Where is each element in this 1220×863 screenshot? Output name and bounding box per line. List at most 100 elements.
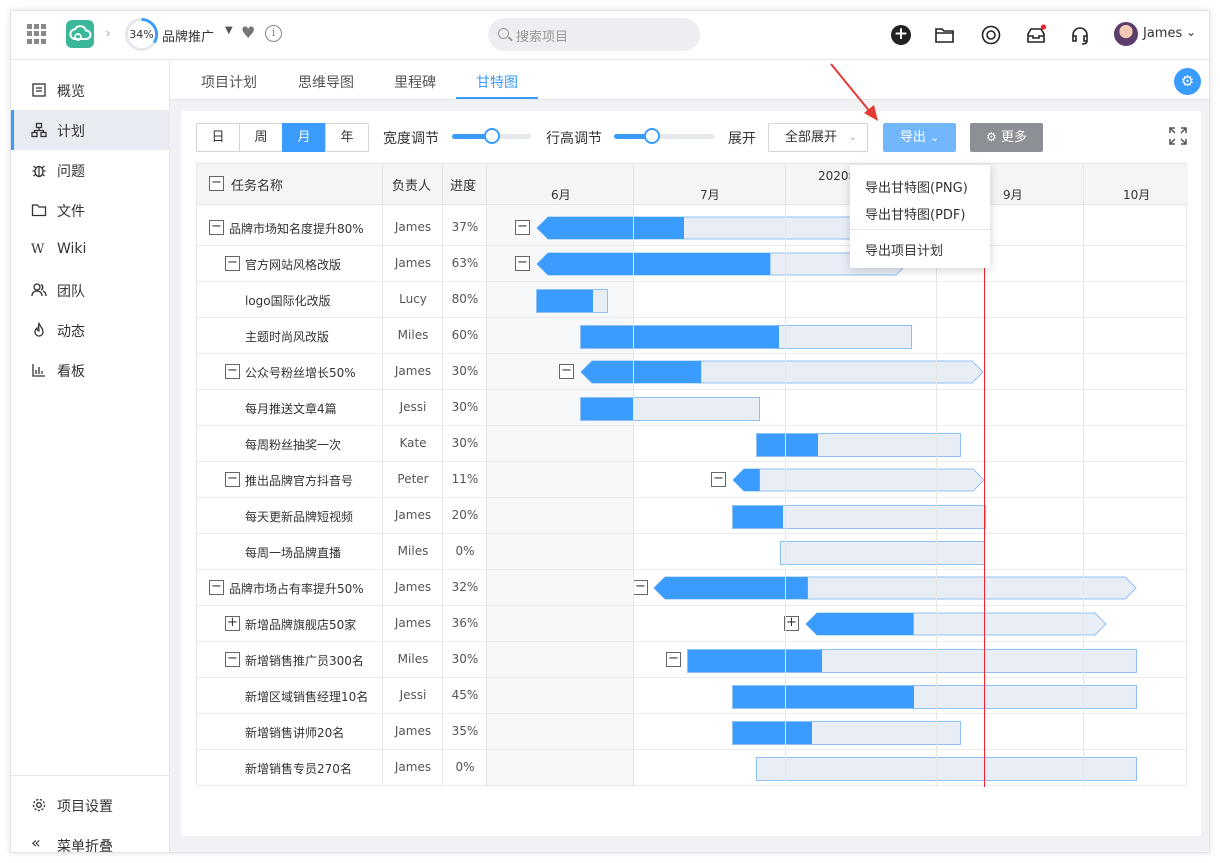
table-row[interactable]: − 品牌市场占有率提升50% James 32% − <box>197 570 1188 606</box>
apps-grid-icon[interactable] <box>27 24 47 44</box>
table-row[interactable]: logo国际化改版 Lucy 80% <box>197 282 1188 318</box>
help-lifebuoy-icon[interactable] <box>980 24 1002 46</box>
task-name[interactable]: 新增销售推广员300名 <box>245 652 364 669</box>
info-icon[interactable]: i <box>265 25 282 42</box>
collapse-toggle[interactable]: − <box>225 364 240 379</box>
table-row[interactable]: − 新增销售推广员300名 Miles 30% − <box>197 642 1188 678</box>
task-name[interactable]: 每月推送文章4篇 <box>245 400 337 417</box>
project-name[interactable]: 品牌推广 <box>162 26 214 45</box>
collapse-menu-button[interactable]: « 菜单折叠 <box>11 825 170 853</box>
bar-collapse-toggle[interactable]: − <box>559 364 574 379</box>
sidebar-item-issues[interactable]: 问题 <box>11 150 170 190</box>
task-name[interactable]: 品牌市场占有率提升50% <box>229 580 364 597</box>
caret-down-icon[interactable]: ▼ <box>225 25 233 36</box>
sidebar-item-overview[interactable]: 概览 <box>11 70 170 110</box>
project-settings-button[interactable]: 项目设置 <box>11 785 170 825</box>
table-row[interactable]: − 公众号粉丝增长50% James 30% − <box>197 354 1188 390</box>
collapse-all-toggle[interactable]: − <box>209 176 224 191</box>
gantt-task-bar[interactable] <box>732 685 1137 709</box>
scale-day-button[interactable]: 日 <box>196 123 240 152</box>
gantt-task-bar[interactable] <box>756 757 1137 781</box>
task-name[interactable]: 新增品牌旗舰店50家 <box>245 616 356 633</box>
export-button[interactable]: 导出 ⌄ <box>883 123 956 152</box>
table-row[interactable]: 新增区域销售经理10名 Jessi 45% <box>197 678 1188 714</box>
export-png-item[interactable]: 导出甘特图(PNG) <box>865 177 968 196</box>
table-row[interactable]: 新增销售讲师20名 James 35% <box>197 714 1188 750</box>
gantt-task-bar[interactable] <box>687 649 1137 673</box>
task-name[interactable]: 新增区域销售经理10名 <box>245 688 368 705</box>
gantt-task-bar[interactable] <box>732 505 986 529</box>
table-row[interactable]: 每月推送文章4篇 Jessi 30% <box>197 390 1188 426</box>
table-row[interactable]: 每周粉丝抽奖一次 Kate 30% <box>197 426 1188 462</box>
collapse-toggle[interactable]: − <box>225 472 240 487</box>
table-row[interactable]: 每天更新品牌短视频 James 20% <box>197 498 1188 534</box>
more-button[interactable]: ⚙ 更多 <box>970 123 1043 152</box>
gantt-summary-bar[interactable] <box>580 360 984 384</box>
table-row[interactable]: 新增销售专员270名 James 0% <box>197 750 1188 786</box>
folder-icon[interactable] <box>934 24 956 46</box>
task-name[interactable]: 品牌市场知名度提升80% <box>229 220 364 237</box>
gantt-task-bar[interactable] <box>536 289 608 313</box>
collapse-toggle[interactable]: − <box>225 652 240 667</box>
column-header-progress[interactable]: 进度 <box>450 175 476 194</box>
task-name[interactable]: 官方网站风格改版 <box>245 256 341 273</box>
collapse-toggle[interactable]: − <box>209 580 224 595</box>
settings-button[interactable]: ⚙ <box>1174 68 1201 95</box>
tab-project-plan[interactable]: 项目计划 <box>201 72 257 92</box>
collapse-toggle[interactable]: − <box>225 256 240 271</box>
task-name[interactable]: 新增销售讲师20名 <box>245 724 344 741</box>
table-row[interactable]: − 官方网站风格改版 James 63% − <box>197 246 1188 282</box>
gantt-summary-bar[interactable] <box>653 576 1137 600</box>
inbox-icon[interactable] <box>1025 24 1047 46</box>
bar-collapse-toggle[interactable]: − <box>633 580 648 595</box>
sidebar-item-team[interactable]: 团队 <box>11 270 170 310</box>
task-name[interactable]: 主题时尚风改版 <box>245 328 329 345</box>
table-row[interactable]: + 新增品牌旗舰店50家 James 36% + <box>197 606 1188 642</box>
scale-year-button[interactable]: 年 <box>325 123 369 152</box>
heart-icon[interactable]: ♥ <box>241 23 255 42</box>
tab-milestones[interactable]: 里程碑 <box>394 72 436 92</box>
bar-collapse-toggle[interactable]: − <box>711 472 726 487</box>
expand-toggle[interactable]: + <box>225 616 240 631</box>
task-name[interactable]: 推出品牌官方抖音号 <box>245 472 353 489</box>
row-height-slider-handle[interactable] <box>644 128 660 144</box>
bar-collapse-toggle[interactable]: − <box>515 256 530 271</box>
gantt-summary-bar[interactable] <box>805 612 1107 636</box>
export-pdf-item[interactable]: 导出甘特图(PDF) <box>865 204 965 223</box>
table-row[interactable]: 主题时尚风改版 Miles 60% <box>197 318 1188 354</box>
headset-icon[interactable] <box>1069 24 1091 46</box>
table-row[interactable]: − 品牌市场知名度提升80% James 37% − <box>197 210 1188 246</box>
task-name[interactable]: logo国际化改版 <box>245 292 331 309</box>
width-slider-handle[interactable] <box>483 128 500 144</box>
sidebar-item-files[interactable]: 文件 <box>11 190 170 230</box>
tab-mind-map[interactable]: 思维导图 <box>298 72 354 92</box>
sidebar-item-activity[interactable]: 动态 <box>11 310 170 350</box>
sidebar-item-wiki[interactable]: W Wiki <box>11 230 170 270</box>
gantt-summary-bar[interactable] <box>732 468 985 492</box>
sidebar-item-board[interactable]: 看板 <box>11 350 170 390</box>
chevron-down-icon[interactable]: ⌄ <box>1186 25 1196 39</box>
avatar[interactable] <box>1114 22 1138 46</box>
table-row[interactable]: − 推出品牌官方抖音号 Peter 11% − <box>197 462 1188 498</box>
table-row[interactable]: 每周一场品牌直播 Miles 0% <box>197 534 1188 570</box>
task-name[interactable]: 新增销售专员270名 <box>245 760 352 777</box>
task-name[interactable]: 每周粉丝抽奖一次 <box>245 436 341 453</box>
bar-collapse-toggle[interactable]: − <box>515 220 530 235</box>
scale-week-button[interactable]: 周 <box>239 123 283 152</box>
column-header-owner[interactable]: 负责人 <box>392 175 431 194</box>
bar-collapse-toggle[interactable]: − <box>666 652 681 667</box>
plus-circle-icon[interactable]: + <box>891 25 911 45</box>
search-input[interactable]: 搜索项目 <box>488 18 700 51</box>
gantt-task-bar[interactable] <box>580 325 912 349</box>
fullscreen-icon[interactable] <box>1169 127 1187 145</box>
export-plan-item[interactable]: 导出项目计划 <box>865 240 943 259</box>
collapse-toggle[interactable]: − <box>209 220 224 235</box>
tab-gantt[interactable]: 甘特图 <box>476 72 518 92</box>
gantt-task-bar[interactable] <box>780 541 985 565</box>
bar-collapse-toggle[interactable]: + <box>784 616 799 631</box>
user-name[interactable]: James <box>1143 26 1182 41</box>
gantt-task-bar[interactable] <box>756 433 961 457</box>
expand-select[interactable]: 全部展开 ⌄ <box>768 123 868 152</box>
gantt-task-bar[interactable] <box>732 721 961 745</box>
task-name[interactable]: 每天更新品牌短视频 <box>245 508 353 525</box>
